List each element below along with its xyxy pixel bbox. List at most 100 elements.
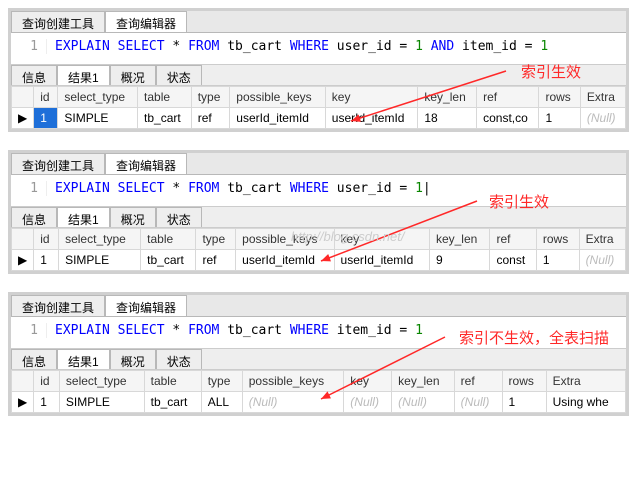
tabs-result: 信息结果1概况状态 <box>11 64 626 86</box>
line-gutter: 1 <box>19 323 47 338</box>
col-ref[interactable]: ref <box>490 229 536 250</box>
col-select_type[interactable]: select_type <box>59 371 144 392</box>
col-key[interactable]: key <box>325 87 418 108</box>
tab-result[interactable]: 结果1 <box>57 349 110 369</box>
col-Extra[interactable]: Extra <box>546 371 625 392</box>
sql-editor[interactable]: 1EXPLAIN SELECT * FROM tb_cart WHERE ite… <box>11 317 626 348</box>
tab-profile[interactable]: 概况 <box>110 349 156 369</box>
tab-info[interactable]: 信息 <box>11 207 57 227</box>
cell-Extra: (Null) <box>580 108 625 129</box>
cell-id: 1 <box>34 108 58 129</box>
col-key_len[interactable]: key_len <box>429 229 490 250</box>
cell-possible_keys: userId_itemId <box>230 108 326 129</box>
cell-Extra: (Null) <box>579 250 625 271</box>
col-Extra[interactable]: Extra <box>579 229 625 250</box>
tabs-top: 查询创建工具查询编辑器 <box>11 11 626 33</box>
tab-info[interactable]: 信息 <box>11 65 57 85</box>
col-rows[interactable]: rows <box>539 87 580 108</box>
col-possible_keys[interactable]: possible_keys <box>236 229 334 250</box>
col-select_type[interactable]: select_type <box>58 87 138 108</box>
cell-possible_keys: (Null) <box>242 392 344 413</box>
cell-table: tb_cart <box>141 250 196 271</box>
cell-table: tb_cart <box>144 392 201 413</box>
cell-rows: 1 <box>536 250 579 271</box>
col-table[interactable]: table <box>141 229 196 250</box>
col-type[interactable]: type <box>201 371 242 392</box>
col-id[interactable]: id <box>34 229 59 250</box>
table-row[interactable]: ▶1SIMPLEtb_cartALL(Null)(Null)(Null)(Nul… <box>12 392 626 413</box>
col-key[interactable]: key <box>334 229 429 250</box>
col-select_type[interactable]: select_type <box>59 229 141 250</box>
tab-result[interactable]: 结果1 <box>57 65 110 85</box>
cell-key: userId_itemId <box>325 108 418 129</box>
col-ref[interactable]: ref <box>454 371 502 392</box>
tabs-result: 信息结果1概况状态 <box>11 348 626 370</box>
col-type[interactable]: type <box>191 87 230 108</box>
cell-select_type: SIMPLE <box>59 392 144 413</box>
line-gutter: 1 <box>19 39 47 54</box>
cell-key_len: 9 <box>429 250 490 271</box>
cell-type: ALL <box>201 392 242 413</box>
col-id[interactable]: id <box>34 371 60 392</box>
cell-ref: (Null) <box>454 392 502 413</box>
col-key[interactable]: key <box>344 371 392 392</box>
col-key_len[interactable]: key_len <box>392 371 454 392</box>
table-row[interactable]: ▶1SIMPLEtb_cartrefuserId_itemIduserId_it… <box>12 108 626 129</box>
col-ref[interactable]: ref <box>477 87 539 108</box>
tab-info[interactable]: 信息 <box>11 349 57 369</box>
explain-table: idselect_typetabletypepossible_keyskeyke… <box>11 86 626 129</box>
explain-table: idselect_typetabletypepossible_keyskeyke… <box>11 370 626 413</box>
tab-state[interactable]: 状态 <box>156 65 202 85</box>
tab-editor[interactable]: 查询编辑器 <box>105 11 187 32</box>
cell-Extra: Using whe <box>546 392 625 413</box>
cell-key_len: 18 <box>418 108 477 129</box>
cell-select_type: SIMPLE <box>59 250 141 271</box>
col-table[interactable]: table <box>138 87 192 108</box>
tab-builder[interactable]: 查询创建工具 <box>11 11 105 32</box>
query-panel: 查询创建工具查询编辑器1EXPLAIN SELECT * FROM tb_car… <box>8 292 629 416</box>
rowmark-header <box>12 87 34 108</box>
tab-editor[interactable]: 查询编辑器 <box>105 153 187 174</box>
tab-state[interactable]: 状态 <box>156 207 202 227</box>
col-table[interactable]: table <box>144 371 201 392</box>
cell-rows: 1 <box>502 392 546 413</box>
table-row[interactable]: ▶1SIMPLEtb_cartrefuserId_itemIduserId_it… <box>12 250 626 271</box>
cell-rows: 1 <box>539 108 580 129</box>
cell-ref: const <box>490 250 536 271</box>
tabs-top: 查询创建工具查询编辑器 <box>11 153 626 175</box>
cell-id: 1 <box>34 250 59 271</box>
sql-editor[interactable]: 1EXPLAIN SELECT * FROM tb_cart WHERE use… <box>11 175 626 206</box>
cell-type: ref <box>196 250 236 271</box>
rowmark-header <box>12 229 34 250</box>
cell-possible_keys: userId_itemId <box>236 250 334 271</box>
col-Extra[interactable]: Extra <box>580 87 625 108</box>
tab-result[interactable]: 结果1 <box>57 207 110 227</box>
col-rows[interactable]: rows <box>536 229 579 250</box>
col-id[interactable]: id <box>34 87 58 108</box>
query-panel: 查询创建工具查询编辑器1EXPLAIN SELECT * FROM tb_car… <box>8 8 629 132</box>
tab-editor[interactable]: 查询编辑器 <box>105 295 187 316</box>
line-gutter: 1 <box>19 181 47 196</box>
tab-builder[interactable]: 查询创建工具 <box>11 295 105 316</box>
col-key_len[interactable]: key_len <box>418 87 477 108</box>
col-possible_keys[interactable]: possible_keys <box>230 87 326 108</box>
tab-profile[interactable]: 概况 <box>110 207 156 227</box>
col-type[interactable]: type <box>196 229 236 250</box>
col-rows[interactable]: rows <box>502 371 546 392</box>
tab-profile[interactable]: 概况 <box>110 65 156 85</box>
row-marker: ▶ <box>12 392 34 413</box>
explain-table: idselect_typetabletypepossible_keyskeyke… <box>11 228 626 271</box>
sql-editor[interactable]: 1EXPLAIN SELECT * FROM tb_cart WHERE use… <box>11 33 626 64</box>
cell-key_len: (Null) <box>392 392 454 413</box>
cell-select_type: SIMPLE <box>58 108 138 129</box>
rowmark-header <box>12 371 34 392</box>
row-marker: ▶ <box>12 108 34 129</box>
cell-id: 1 <box>34 392 60 413</box>
tabs-top: 查询创建工具查询编辑器 <box>11 295 626 317</box>
tabs-result: 信息结果1概况状态 <box>11 206 626 228</box>
sql-line: EXPLAIN SELECT * FROM tb_cart WHERE user… <box>47 39 548 54</box>
sql-line: EXPLAIN SELECT * FROM tb_cart WHERE user… <box>47 181 431 196</box>
tab-state[interactable]: 状态 <box>156 349 202 369</box>
col-possible_keys[interactable]: possible_keys <box>242 371 344 392</box>
tab-builder[interactable]: 查询创建工具 <box>11 153 105 174</box>
